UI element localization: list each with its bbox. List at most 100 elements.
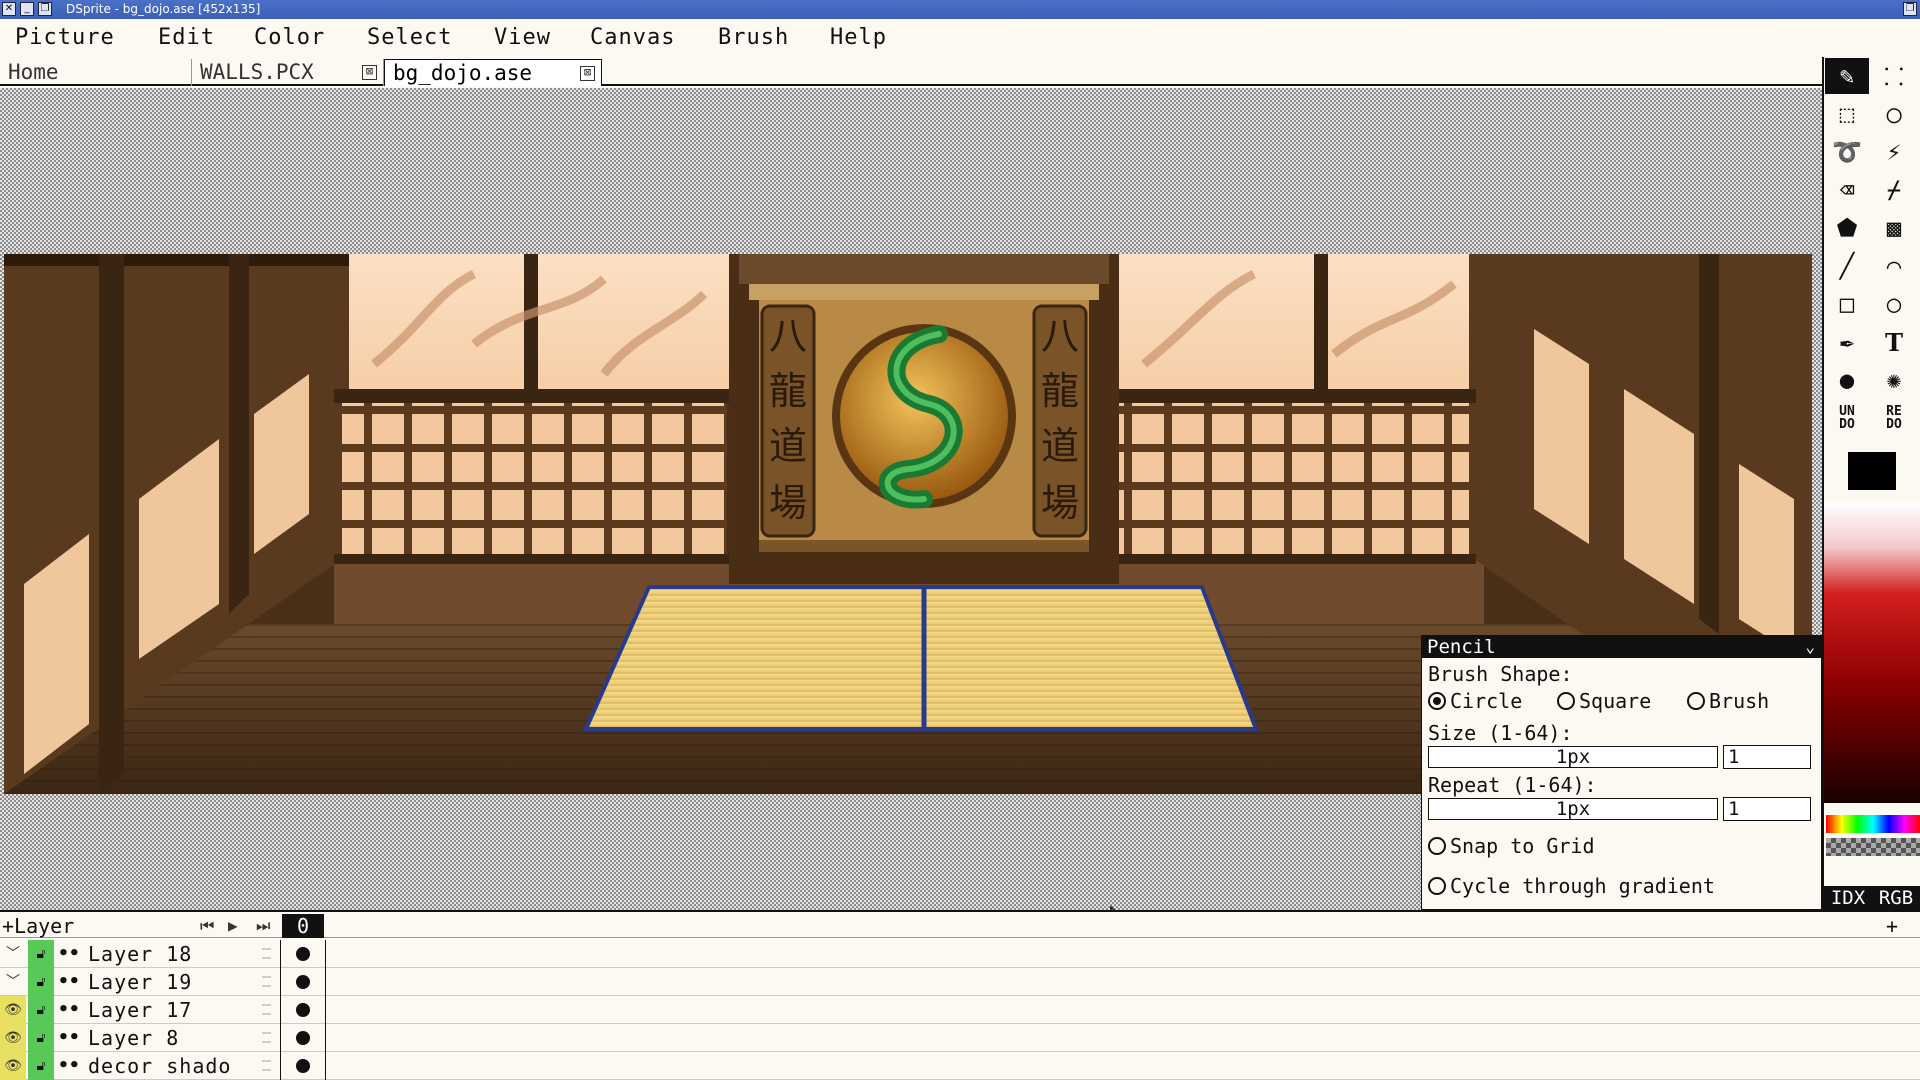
menu-brush[interactable]: Brush	[718, 25, 789, 51]
first-frame-icon[interactable]: ⏮	[200, 916, 214, 936]
line-tool[interactable]: ╱	[1825, 248, 1869, 284]
menu-help[interactable]: Help	[830, 25, 887, 51]
spray-icon: ⸬	[1884, 62, 1904, 91]
menu-picture[interactable]: Picture	[15, 25, 115, 51]
drag-handle-icon[interactable]	[262, 1032, 271, 1043]
rect-select-tool[interactable]: ⬚	[1825, 96, 1869, 132]
tab-bg-dojo[interactable]: bg_dojo.ase ⊠	[384, 59, 602, 86]
lock-icon[interactable]: 🔓︎	[28, 996, 54, 1024]
menu-select[interactable]: Select	[367, 25, 452, 51]
eye-icon[interactable]: 👁︎	[0, 1052, 26, 1080]
add-layer-button[interactable]: +Layer	[2, 914, 74, 938]
circle-tool[interactable]: ○	[1872, 286, 1916, 322]
snap-to-grid-option[interactable]: Snap to Grid	[1428, 834, 1595, 858]
blur-tool[interactable]: ●	[1825, 362, 1869, 398]
layer-row[interactable]: ﹀ 🔓︎ •• Layer 18	[0, 940, 1920, 968]
idx-mode-button[interactable]: IDX	[1824, 886, 1872, 910]
rgb-mode-button[interactable]: RGB	[1872, 886, 1920, 910]
restore-window-button[interactable]: ❐	[1903, 2, 1917, 16]
kanji-left-1: 八	[769, 314, 807, 358]
layer-row[interactable]: ﹀ 🔓︎ •• Layer 19	[0, 968, 1920, 996]
frame-cel[interactable]	[280, 968, 326, 996]
brush-shape-label: Brush Shape:	[1428, 662, 1573, 686]
play-icon[interactable]: ▶	[228, 916, 238, 935]
eyedropper-tool[interactable]: ⌿	[1872, 172, 1916, 208]
tab-home[interactable]: Home	[0, 59, 192, 86]
primary-color-swatch[interactable]	[1848, 452, 1896, 490]
alpha-slider[interactable]	[1826, 838, 1920, 856]
cycle-gradient-option[interactable]: Cycle through gradient	[1428, 874, 1715, 898]
menu-edit[interactable]: Edit	[158, 25, 215, 51]
drag-handle-icon[interactable]	[262, 948, 271, 959]
add-frame-button[interactable]: +	[1886, 914, 1898, 938]
hidden-chevron-icon[interactable]: ﹀	[0, 968, 26, 996]
timeline-panel: +Layer ⏮ ▶ ⏭ 0 + ﹀ 🔓︎ •• Layer 18 ﹀ 🔓︎ •…	[0, 910, 1920, 1080]
frame-cel[interactable]	[280, 1024, 326, 1052]
last-frame-icon[interactable]: ⏭	[256, 916, 270, 936]
tab-close-icon[interactable]: ⊠	[580, 66, 595, 81]
eye-icon[interactable]: 👁︎	[0, 1024, 26, 1052]
layer-options-icon[interactable]: ••	[58, 940, 82, 968]
drag-handle-icon[interactable]	[262, 976, 271, 987]
curve-tool[interactable]: ⌒	[1872, 248, 1916, 284]
layer-row[interactable]: 👁︎ 🔓︎ •• decor shado	[0, 1052, 1920, 1080]
lasso-tool[interactable]: ➰	[1825, 134, 1869, 170]
layer-options-icon[interactable]: ••	[58, 996, 82, 1024]
lock-icon[interactable]: 🔓︎	[28, 1024, 54, 1052]
redo-button[interactable]: RE DO	[1872, 400, 1916, 436]
shape-brush-option[interactable]: Brush	[1687, 689, 1769, 713]
tab-walls-pcx[interactable]: WALLS.PCX ⊠	[192, 59, 384, 86]
radio-icon	[1428, 877, 1446, 895]
text-tool[interactable]: T	[1872, 324, 1916, 360]
size-slider[interactable]: 1px	[1428, 746, 1718, 768]
menu-view[interactable]: View	[494, 25, 551, 51]
drag-handle-icon[interactable]	[262, 1060, 271, 1071]
layer-options-icon[interactable]: ••	[58, 1052, 82, 1080]
sparkle-icon: ✺	[1886, 366, 1902, 394]
layer-row[interactable]: 👁︎ 🔓︎ •• Layer 8	[0, 1024, 1920, 1052]
layer-options-icon[interactable]: ••	[58, 1024, 82, 1052]
size-input[interactable]: 1	[1723, 745, 1811, 769]
eye-icon[interactable]: 👁︎	[0, 996, 26, 1024]
fill-tool[interactable]: ⬟	[1825, 210, 1869, 246]
shape-circle-option[interactable]: Circle	[1428, 689, 1522, 713]
document-tab-bar: Home WALLS.PCX ⊠ bg_dojo.ase ⊠	[0, 57, 1822, 86]
undo-button[interactable]: UN DO	[1825, 400, 1869, 436]
close-window-button[interactable]: ✕	[2, 2, 16, 16]
hue-slider[interactable]	[1826, 815, 1920, 833]
layer-name: Layer 18	[88, 942, 193, 966]
eraser-tool[interactable]: ⌫	[1825, 172, 1869, 208]
sparkle-tool[interactable]: ✺	[1872, 362, 1916, 398]
shape-square-option[interactable]: Square	[1557, 689, 1651, 713]
layer-options-icon[interactable]: ••	[58, 968, 82, 996]
layer-row[interactable]: 👁︎ 🔓︎ •• Layer 17	[0, 996, 1920, 1024]
lock-icon[interactable]: 🔓︎	[28, 940, 54, 968]
maximize-window-button[interactable]: ❐	[38, 2, 52, 16]
tab-close-icon[interactable]: ⊠	[362, 65, 377, 80]
pencil-icon: ✎	[1839, 62, 1855, 90]
pencil-tool[interactable]: ✎	[1825, 58, 1869, 94]
lock-icon[interactable]: 🔓︎	[28, 968, 54, 996]
frame-number[interactable]: 0	[282, 914, 324, 938]
repeat-input[interactable]: 1	[1723, 797, 1811, 821]
menu-color[interactable]: Color	[254, 25, 325, 51]
frame-cel[interactable]	[280, 1052, 326, 1080]
magic-wand-tool[interactable]: ⚡	[1872, 134, 1916, 170]
rectangle-tool[interactable]: □	[1825, 286, 1869, 322]
frame-cel[interactable]	[280, 940, 326, 968]
smudge-tool[interactable]: ✒	[1825, 324, 1869, 360]
frame-cel[interactable]	[280, 996, 326, 1024]
dither-tool[interactable]: ▩	[1872, 210, 1916, 246]
ellipse-select-tool[interactable]: ◯	[1872, 96, 1916, 132]
lock-icon[interactable]: 🔓︎	[28, 1052, 54, 1080]
collapse-chevron-icon[interactable]: ⌄	[1805, 636, 1815, 658]
hidden-chevron-icon[interactable]: ﹀	[0, 940, 26, 968]
spray-tool[interactable]: ⸬	[1872, 58, 1916, 94]
eraser-icon: ⌫	[1839, 176, 1855, 204]
minimize-window-button[interactable]: _	[20, 2, 34, 16]
color-picker-field[interactable]	[1824, 503, 1920, 803]
menu-canvas[interactable]: Canvas	[590, 25, 675, 51]
drag-handle-icon[interactable]	[262, 1004, 271, 1015]
pencil-panel-header[interactable]: Pencil ⌄	[1422, 636, 1821, 658]
repeat-slider[interactable]: 1px	[1428, 798, 1718, 820]
